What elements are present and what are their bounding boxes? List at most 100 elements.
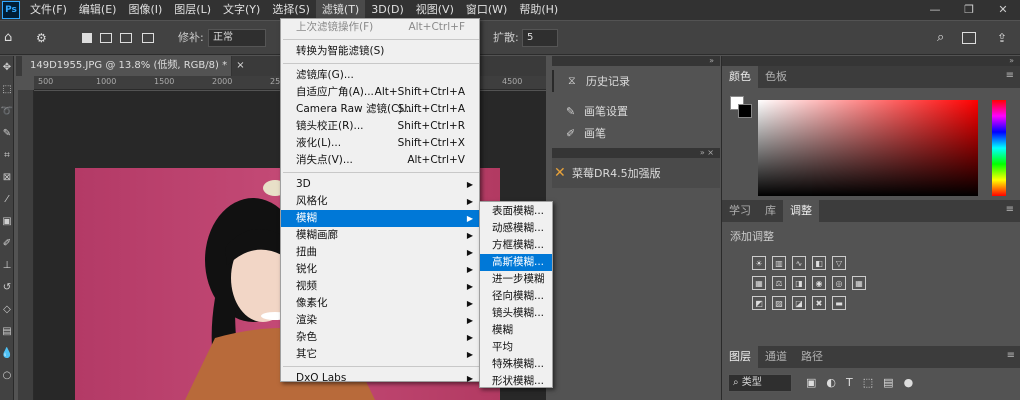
filter-menu-item[interactable]: 杂色 ▶	[281, 329, 479, 346]
blur-menu-item[interactable]: 径向模糊...	[480, 288, 552, 305]
filter-menu-item[interactable]: 3D ▶	[281, 176, 479, 193]
brush-tool-icon[interactable]: ✐	[0, 232, 14, 254]
menu-8[interactable]: 视图(V)	[410, 0, 460, 20]
crop-tool-icon[interactable]: ⌗	[0, 144, 14, 166]
type-filter-icon[interactable]: T	[846, 376, 853, 389]
layers-menu-icon[interactable]: ≡	[1007, 350, 1015, 361]
blur-menu-item[interactable]: 特殊模糊...	[480, 356, 552, 373]
blur-menu-item[interactable]: 进一步模糊	[480, 271, 552, 288]
menu-9[interactable]: 窗口(W)	[460, 0, 513, 20]
menu-1[interactable]: 编辑(E)	[73, 0, 123, 20]
gradient-tool-icon[interactable]: ▤	[0, 320, 14, 342]
tab-learn[interactable]: 学习	[722, 200, 758, 222]
tab-libraries[interactable]: 库	[758, 200, 783, 222]
filter-menu-item[interactable]: 风格化 ▶	[281, 193, 479, 210]
hue-saturation-icon[interactable]: ▦	[752, 276, 766, 290]
panel-collapse-bar[interactable]: »	[552, 56, 720, 66]
new-selection-icon[interactable]	[82, 33, 92, 43]
menu-6[interactable]: 滤镜(T)	[315, 0, 366, 20]
search-icon[interactable]: ⌕	[937, 29, 944, 47]
blur-menu-item[interactable]: 模糊	[480, 322, 552, 339]
share-icon[interactable]: ⇪	[997, 29, 1007, 47]
tab-paths[interactable]: 路径	[794, 346, 830, 368]
menu-2[interactable]: 图像(I)	[122, 0, 168, 20]
layer-filter-select[interactable]: ⌕ 类型	[728, 374, 792, 392]
intersect-selection-icon[interactable]	[142, 33, 154, 43]
history-panel-button[interactable]: ⧖ 历史记录	[552, 70, 720, 92]
tab-swatches[interactable]: 色板	[758, 66, 794, 88]
filter-menu-item[interactable]: 液化(L)... Shift+Ctrl+X	[281, 135, 479, 152]
invert-icon[interactable]: ◩	[752, 296, 766, 310]
color-field[interactable]	[758, 100, 978, 196]
filter-menu-item[interactable]: 模糊 ▶	[281, 210, 479, 227]
eraser-tool-icon[interactable]: ◇	[0, 298, 14, 320]
panel-menu-icon[interactable]: ≡	[1006, 70, 1014, 81]
color-balance-icon[interactable]: ⚖	[772, 276, 786, 290]
blur-menu-item[interactable]: 表面模糊...	[480, 203, 552, 220]
blur-menu-item[interactable]: 平均	[480, 339, 552, 356]
menu-3[interactable]: 图层(L)	[168, 0, 217, 20]
right-collapse-bar[interactable]: »	[722, 56, 1020, 66]
add-selection-icon[interactable]	[100, 33, 112, 43]
spread-select[interactable]: 5	[522, 29, 558, 47]
healing-tool-icon[interactable]: ▣	[0, 210, 14, 232]
filter-menu-item[interactable]: Camera Raw 滤镜(C)... Shift+Ctrl+A	[281, 101, 479, 118]
filter-menu-item[interactable]: 消失点(V)... Alt+Ctrl+V	[281, 152, 479, 169]
filter-menu-item[interactable]: 自适应广角(A)... Alt+Shift+Ctrl+A	[281, 84, 479, 101]
tab-adjustments[interactable]: 调整	[783, 200, 819, 222]
blur-tool-icon[interactable]: 💧	[0, 342, 14, 364]
brightness-icon[interactable]: ☀	[752, 256, 766, 270]
home-icon[interactable]: ⌂	[4, 29, 18, 47]
background-color-swatch[interactable]	[738, 104, 752, 118]
eyedropper-tool-icon[interactable]: ⁄	[0, 188, 14, 210]
pixel-filter-icon[interactable]: ▣	[806, 376, 816, 389]
tab-channels[interactable]: 通道	[758, 346, 794, 368]
filter-menu-item[interactable]: 像素化 ▶	[281, 295, 479, 312]
frame-tool-icon[interactable]: ⊠	[0, 166, 14, 188]
move-tool-icon[interactable]: ✥	[0, 56, 14, 78]
brush-settings-button[interactable]: ✎ 画笔设置	[552, 100, 720, 122]
levels-icon[interactable]: ▥	[772, 256, 786, 270]
lasso-tool-icon[interactable]: ➰	[0, 100, 14, 122]
channel-mixer-icon[interactable]: ◎	[832, 276, 846, 290]
filter-menu-item[interactable]: 视频 ▶	[281, 278, 479, 295]
blur-menu-item[interactable]: 高斯模糊...	[480, 254, 552, 271]
tab-color[interactable]: 颜色	[722, 66, 758, 88]
adjust-filter-icon[interactable]: ◐	[826, 376, 836, 389]
tab-layers[interactable]: 图层	[722, 346, 758, 368]
plugin-panel-button[interactable]: ✕ 菜莓DR4.5加强版	[552, 158, 720, 188]
patch-tool-icon[interactable]: ⚙	[36, 29, 56, 47]
minimize-button[interactable]: —	[918, 0, 952, 20]
filter-menu-item[interactable]: 模糊画廊 ▶	[281, 227, 479, 244]
filter-menu-item[interactable]: 其它 ▶	[281, 346, 479, 363]
brush-panel-button[interactable]: ✐ 画笔	[552, 122, 720, 144]
quick-select-tool-icon[interactable]: ✎	[0, 122, 14, 144]
workspace-icon[interactable]	[962, 32, 976, 44]
close-button[interactable]: ✕	[986, 0, 1020, 20]
blur-menu-item[interactable]: 镜头模糊...	[480, 305, 552, 322]
filter-menu-item[interactable]: 上次滤镜操作(F) Alt+Ctrl+F	[281, 19, 479, 36]
blur-menu-item[interactable]: 动感模糊...	[480, 220, 552, 237]
menu-5[interactable]: 选择(S)	[266, 0, 316, 20]
exposure-icon[interactable]: ◧	[812, 256, 826, 270]
filter-menu-item[interactable]: 渲染 ▶	[281, 312, 479, 329]
posterize-icon[interactable]: ▨	[772, 296, 786, 310]
blur-menu-item[interactable]: 形状模糊...	[480, 373, 552, 390]
selective-color-icon[interactable]: ✖	[812, 296, 826, 310]
filter-menu-item[interactable]: 转换为智能滤镜(S)	[281, 43, 479, 60]
filter-menu-item[interactable]: 锐化 ▶	[281, 261, 479, 278]
black-white-icon[interactable]: ◨	[792, 276, 806, 290]
document-tab[interactable]: 149D1955.JPG @ 13.8% (低频, RGB/8) * ×	[22, 56, 245, 76]
marquee-tool-icon[interactable]: ⬚	[0, 78, 14, 100]
stamp-tool-icon[interactable]: ⊥	[0, 254, 14, 276]
vibrance-icon[interactable]: ▽	[832, 256, 846, 270]
filter-menu-item[interactable]: 扭曲 ▶	[281, 244, 479, 261]
blur-menu-item[interactable]: 方框模糊...	[480, 237, 552, 254]
subtract-selection-icon[interactable]	[120, 33, 132, 43]
history-brush-icon[interactable]: ↺	[0, 276, 14, 298]
close-tab-icon[interactable]: ×	[236, 60, 244, 71]
threshold-icon[interactable]: ◪	[792, 296, 806, 310]
filter-menu-item[interactable]: DxO Labs ▶	[281, 370, 479, 387]
menu-4[interactable]: 文字(Y)	[217, 0, 266, 20]
menu-7[interactable]: 3D(D)	[365, 0, 410, 20]
